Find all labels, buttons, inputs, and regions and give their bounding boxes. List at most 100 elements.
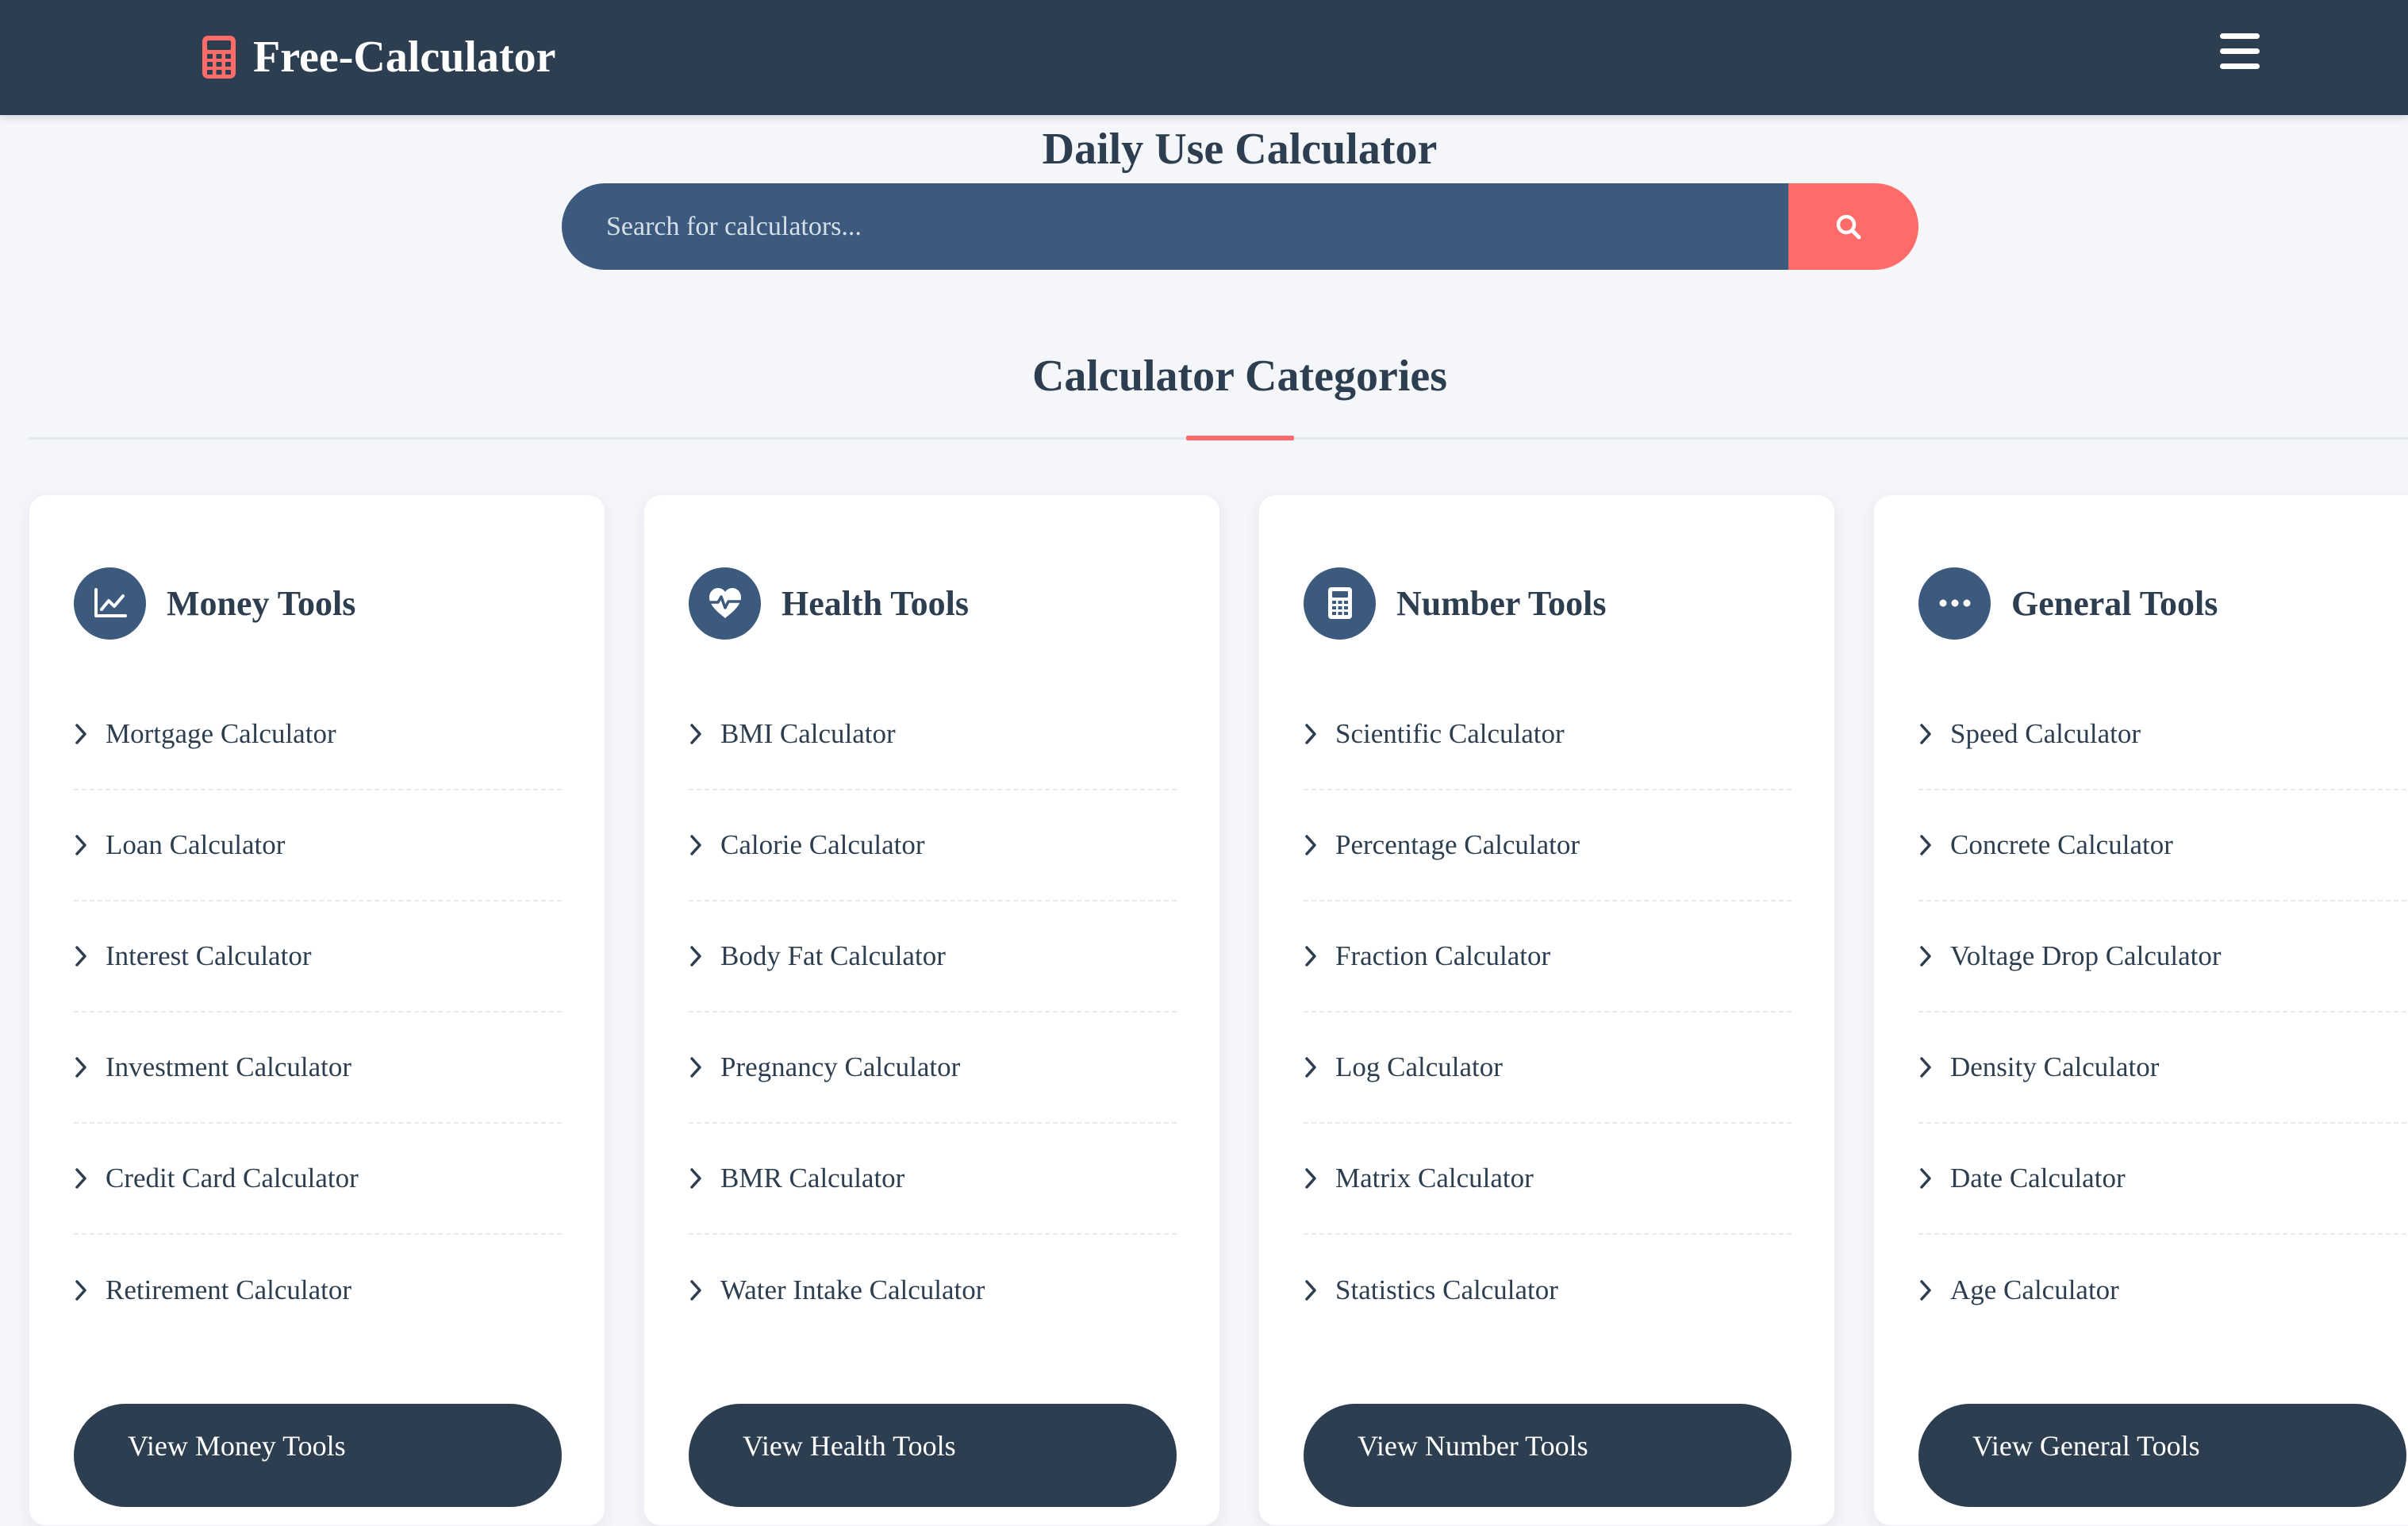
tool-label: Water Intake Calculator	[720, 1274, 985, 1305]
tool-label: Investment Calculator	[106, 1051, 352, 1082]
calculator-icon	[202, 36, 236, 79]
tool-label: Calorie Calculator	[720, 829, 925, 860]
tool-label: Concrete Calculator	[1950, 829, 2173, 860]
tool-link-percentage[interactable]: Percentage Calculator	[1304, 790, 1792, 901]
tool-label: Percentage Calculator	[1335, 829, 1580, 860]
tool-link-scientific[interactable]: Scientific Calculator	[1304, 679, 1792, 790]
brand-name: Free-Calculator	[253, 33, 556, 82]
tool-link-water-intake[interactable]: Water Intake Calculator	[689, 1235, 1177, 1346]
tool-link-loan[interactable]: Loan Calculator	[74, 790, 562, 901]
category-title: Money Tools	[167, 583, 356, 623]
tool-label: Log Calculator	[1335, 1051, 1503, 1082]
tool-label: Mortgage Calculator	[106, 718, 336, 749]
tool-link-log[interactable]: Log Calculator	[1304, 1013, 1792, 1124]
chevron-right-icon	[1920, 835, 1931, 855]
tool-label: Fraction Calculator	[1335, 940, 1551, 971]
chevron-right-icon	[690, 946, 701, 967]
calculator-icon	[1304, 567, 1376, 640]
chevron-right-icon	[1920, 1057, 1931, 1078]
search-icon	[1836, 214, 1861, 239]
tool-link-body-fat[interactable]: Body Fat Calculator	[689, 901, 1177, 1013]
tool-link-density[interactable]: Density Calculator	[1918, 1013, 2406, 1124]
chevron-right-icon	[690, 1280, 701, 1301]
view-number-tools-button[interactable]: View Number Tools	[1304, 1404, 1792, 1507]
tool-label: Credit Card Calculator	[106, 1163, 359, 1194]
tool-link-pregnancy[interactable]: Pregnancy Calculator	[689, 1013, 1177, 1124]
button-label: View Health Tools	[743, 1430, 956, 1462]
view-money-tools-button[interactable]: View Money Tools	[74, 1404, 562, 1507]
chevron-right-icon	[1305, 835, 1316, 855]
chevron-right-icon	[690, 724, 701, 744]
tool-link-voltage-drop[interactable]: Voltage Drop Calculator	[1918, 901, 2406, 1013]
category-title: General Tools	[2011, 583, 2218, 623]
tool-label: Retirement Calculator	[106, 1274, 352, 1305]
ellipsis-icon	[1918, 567, 1991, 640]
category-header: Money Tools	[74, 567, 355, 640]
heart-pulse-icon	[689, 567, 761, 640]
tool-list: BMI Calculator Calorie Calculator Body F…	[689, 679, 1177, 1346]
view-general-tools-button[interactable]: View General Tools	[1918, 1404, 2406, 1507]
chevron-right-icon	[1920, 1280, 1931, 1301]
brand-logo-link[interactable]: Free-Calculator	[202, 29, 555, 86]
tool-label: Body Fat Calculator	[720, 940, 946, 971]
search-button[interactable]	[1788, 183, 1918, 270]
tool-label: Voltage Drop Calculator	[1950, 940, 2222, 971]
category-header: Number Tools	[1304, 567, 1607, 640]
tool-link-retirement[interactable]: Retirement Calculator	[74, 1235, 562, 1346]
tool-link-bmi[interactable]: BMI Calculator	[689, 679, 1177, 790]
tool-list: Speed Calculator Concrete Calculator Vol…	[1918, 679, 2406, 1346]
tool-link-fraction[interactable]: Fraction Calculator	[1304, 901, 1792, 1013]
tool-label: Age Calculator	[1950, 1274, 2119, 1305]
tool-link-interest[interactable]: Interest Calculator	[74, 901, 562, 1013]
chevron-right-icon	[75, 835, 86, 855]
tool-link-bmr[interactable]: BMR Calculator	[689, 1124, 1177, 1235]
hamburger-menu-icon[interactable]	[2220, 33, 2260, 70]
chevron-right-icon	[1305, 1057, 1316, 1078]
category-title: Health Tools	[782, 583, 969, 623]
tool-label: Scientific Calculator	[1335, 718, 1565, 749]
category-card-general: General Tools Speed Calculator Concrete …	[1873, 494, 2408, 1526]
page-title: Daily Use Calculator	[1042, 125, 1438, 174]
chevron-right-icon	[1305, 1280, 1316, 1301]
search-form	[562, 183, 1918, 270]
chevron-right-icon	[75, 1057, 86, 1078]
section-title-underline	[1186, 436, 1294, 440]
category-card-health: Health Tools BMI Calculator Calorie Calc…	[643, 494, 1220, 1526]
chevron-right-icon	[1920, 1168, 1931, 1189]
search-input[interactable]	[562, 183, 1788, 270]
line-chart-icon	[74, 567, 146, 640]
tool-link-credit-card[interactable]: Credit Card Calculator	[74, 1124, 562, 1235]
tool-link-calorie[interactable]: Calorie Calculator	[689, 790, 1177, 901]
tool-label: Date Calculator	[1950, 1163, 2126, 1194]
chevron-right-icon	[1920, 946, 1931, 967]
chevron-right-icon	[690, 835, 701, 855]
chevron-right-icon	[75, 946, 86, 967]
tool-list: Scientific Calculator Percentage Calcula…	[1304, 679, 1792, 1346]
category-title: Number Tools	[1396, 583, 1607, 623]
button-label: View Number Tools	[1358, 1430, 1588, 1462]
tool-label: Matrix Calculator	[1335, 1163, 1534, 1194]
tool-list: Mortgage Calculator Loan Calculator Inte…	[74, 679, 562, 1346]
chevron-right-icon	[1305, 946, 1316, 967]
view-health-tools-button[interactable]: View Health Tools	[689, 1404, 1177, 1507]
chevron-right-icon	[75, 1280, 86, 1301]
tool-link-investment[interactable]: Investment Calculator	[74, 1013, 562, 1124]
chevron-right-icon	[1305, 724, 1316, 744]
tool-link-age[interactable]: Age Calculator	[1918, 1235, 2406, 1346]
tool-label: Speed Calculator	[1950, 718, 2141, 749]
button-label: View Money Tools	[128, 1430, 346, 1462]
tool-label: BMI Calculator	[720, 718, 896, 749]
category-card-number: Number Tools Scientific Calculator Perce…	[1258, 494, 1835, 1526]
tool-link-speed[interactable]: Speed Calculator	[1918, 679, 2406, 790]
chevron-right-icon	[1920, 724, 1931, 744]
category-header: General Tools	[1918, 567, 2218, 640]
section-title: Calculator Categories	[1031, 352, 1448, 401]
tool-link-matrix[interactable]: Matrix Calculator	[1304, 1124, 1792, 1235]
tool-link-statistics[interactable]: Statistics Calculator	[1304, 1235, 1792, 1346]
tool-link-date[interactable]: Date Calculator	[1918, 1124, 2406, 1235]
chevron-right-icon	[690, 1057, 701, 1078]
tool-link-mortgage[interactable]: Mortgage Calculator	[74, 679, 562, 790]
chevron-right-icon	[690, 1168, 701, 1189]
tool-label: Density Calculator	[1950, 1051, 2160, 1082]
tool-link-concrete[interactable]: Concrete Calculator	[1918, 790, 2406, 901]
